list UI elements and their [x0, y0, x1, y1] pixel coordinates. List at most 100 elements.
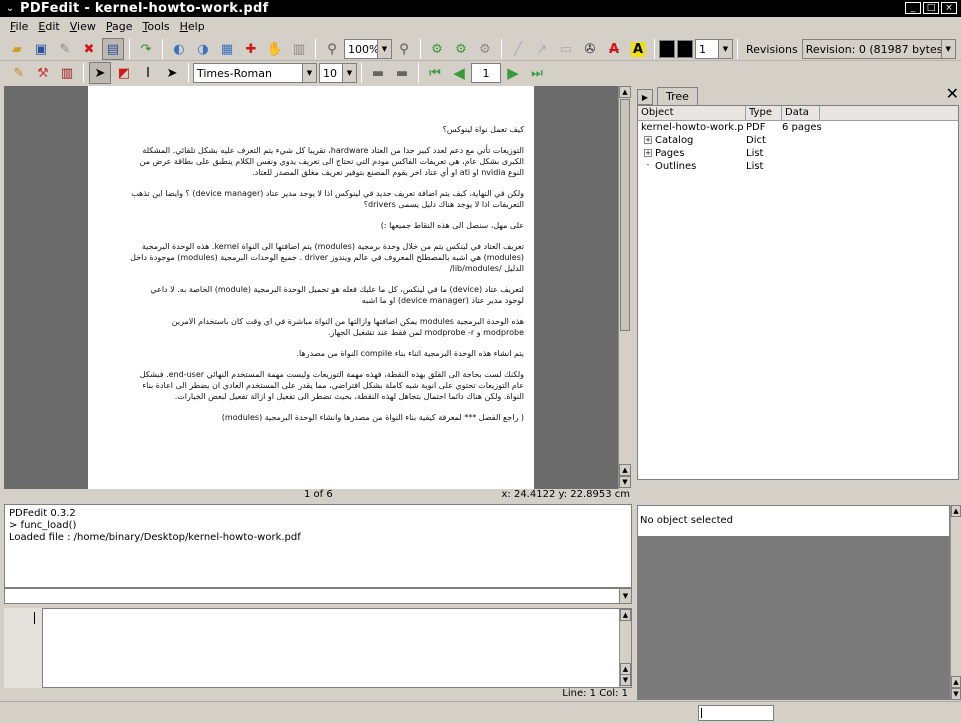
- delete-icon[interactable]: ✖: [78, 38, 100, 60]
- doc-paragraph: يتم انشاء هذه الوحدة البرمجية اثناء بناء…: [296, 349, 524, 358]
- text-cursor-icon[interactable]: I: [137, 62, 159, 84]
- property-empty-label: No object selected: [638, 506, 949, 536]
- line-width-select[interactable]: 1 ▼: [695, 39, 733, 59]
- tree-row[interactable]: - Outlines List: [638, 160, 958, 173]
- page-number-input[interactable]: 1: [471, 63, 501, 83]
- title-bar: ⌄ PDFedit - kernel-howto-work.pdf _ □ ×: [0, 0, 961, 17]
- menu-page[interactable]: Page: [102, 20, 137, 33]
- object-tree[interactable]: Object Type Data kernel-howto-work.pdf P…: [637, 105, 959, 480]
- pointer-icon[interactable]: ➤: [161, 62, 183, 84]
- properties-icon[interactable]: ✎: [54, 38, 76, 60]
- first-page-icon[interactable]: ⏮: [424, 62, 446, 84]
- scroll-thumb[interactable]: [620, 99, 630, 331]
- scroll-down-icon[interactable]: ▼: [951, 688, 961, 700]
- line-icon[interactable]: ╱: [507, 38, 529, 60]
- chevron-down-icon: ▼: [718, 40, 732, 58]
- stroke-color-swatch[interactable]: [659, 40, 675, 58]
- select-region-icon[interactable]: ◩: [113, 62, 135, 84]
- property-scrollbar[interactable]: ▲ ▲ ▼: [950, 505, 961, 700]
- console-output[interactable]: PDFedit 0.3.2 > func_load() Loaded file …: [4, 504, 632, 588]
- prev-page-icon[interactable]: ◀: [448, 62, 470, 84]
- rect-icon[interactable]: ▭: [555, 38, 577, 60]
- arrow-icon[interactable]: ↗: [531, 38, 553, 60]
- object-tool-2-icon[interactable]: ⚙: [450, 38, 472, 60]
- tree-row[interactable]: + Pages List: [638, 147, 958, 160]
- doc-paragraph: ( راجع الفصل *** لمعرفة كيفية بناء النوا…: [221, 413, 524, 422]
- tab-tree[interactable]: Tree: [657, 87, 698, 105]
- object-tool-3-icon[interactable]: ⚙: [474, 38, 496, 60]
- menu-file[interactable]: File: [6, 20, 32, 33]
- window-menu-icon[interactable]: ⌄: [0, 3, 20, 14]
- zoom-fit-icon[interactable]: ⚲: [393, 38, 415, 60]
- stamp-icon[interactable]: ✇: [579, 38, 601, 60]
- tree-row[interactable]: kernel-howto-work.pdf PDF 6 pages: [638, 121, 958, 134]
- status-input[interactable]: [698, 705, 774, 721]
- note-icon[interactable]: ▬: [391, 62, 413, 84]
- command-input[interactable]: ▼: [4, 588, 632, 604]
- fill-color-swatch[interactable]: [677, 40, 693, 58]
- menu-view[interactable]: View: [66, 20, 100, 33]
- menu-bar: File Edit View Page Tools Help: [0, 17, 961, 36]
- toggle-view-icon[interactable]: ▤: [102, 38, 124, 60]
- zoom-icon[interactable]: ⚲: [321, 38, 343, 60]
- rotate-left-icon[interactable]: ◐: [168, 38, 190, 60]
- scroll-up-icon[interactable]: ▲: [620, 609, 631, 621]
- page-icon[interactable]: ▥: [288, 38, 310, 60]
- status-bar: [0, 701, 961, 723]
- next-page-icon[interactable]: ▶: [502, 62, 524, 84]
- highlight-text-icon[interactable]: A: [627, 38, 649, 60]
- object-tool-1-icon[interactable]: ⚙: [426, 38, 448, 60]
- image-icon[interactable]: ▦: [216, 38, 238, 60]
- close-window-icon[interactable]: ×: [941, 2, 957, 14]
- scroll-down-icon[interactable]: ▼: [620, 674, 631, 686]
- menu-edit[interactable]: Edit: [34, 20, 63, 33]
- scroll-down-icon[interactable]: ▼: [619, 476, 631, 488]
- scroll-up-icon[interactable]: ▲: [951, 676, 961, 688]
- maximize-icon[interactable]: □: [923, 2, 939, 14]
- save-icon[interactable]: ▣: [30, 38, 52, 60]
- zoom-select[interactable]: 100% ▼: [344, 39, 392, 59]
- leaf-icon: -: [646, 161, 650, 169]
- rotate-right-icon[interactable]: ◑: [192, 38, 214, 60]
- document-view[interactable]: كيف تعمل نواة لينوكس؟ التوزيعات تأتي مع …: [4, 86, 618, 489]
- expand-icon[interactable]: +: [644, 136, 652, 144]
- menu-tools[interactable]: Tools: [139, 20, 174, 33]
- pdf-page[interactable]: كيف تعمل نواة لينوكس؟ التوزيعات تأتي مع …: [88, 86, 534, 489]
- script-editor[interactable]: [42, 608, 632, 688]
- tree-row[interactable]: + Catalog Dict: [638, 134, 958, 147]
- document-scrollbar[interactable]: ▲ ▲ ▼: [618, 86, 631, 489]
- doc-paragraph: كيف تعمل نواة لينوكس؟: [442, 125, 524, 134]
- minimize-icon[interactable]: _: [905, 2, 921, 14]
- redo-icon[interactable]: ↷: [135, 38, 157, 60]
- column-object[interactable]: Object: [638, 106, 746, 120]
- strike-text-icon[interactable]: A: [603, 38, 625, 60]
- open-icon[interactable]: ▰: [6, 38, 28, 60]
- select-pointer-icon[interactable]: ➤: [89, 62, 111, 84]
- main-toolbar: ▰ ▣ ✎ ✖ ▤ ↷ ◐ ◑ ▦ ✚ ✋ ▥ ⚲ 100% ▼ ⚲ ⚙ ⚙ ⚙…: [0, 36, 961, 62]
- hand-icon[interactable]: ✋: [264, 38, 286, 60]
- script-icon[interactable]: ✎: [8, 62, 30, 84]
- column-data[interactable]: Data: [782, 106, 820, 120]
- last-page-icon[interactable]: ⏭: [526, 62, 548, 84]
- document-status: 1 of 6 x: 24.4122 y: 22.8953 cm: [4, 489, 632, 503]
- property-editor[interactable]: No object selected: [637, 505, 950, 700]
- font-size-select[interactable]: 10 ▼: [319, 63, 357, 83]
- comment-icon[interactable]: ▬: [367, 62, 389, 84]
- menu-help[interactable]: Help: [176, 20, 209, 33]
- revision-select[interactable]: Revision: 0 (81987 bytes) ▼: [801, 39, 956, 59]
- column-type[interactable]: Type: [746, 106, 782, 120]
- scroll-up-icon[interactable]: ▲: [619, 86, 631, 98]
- library-icon[interactable]: ▥: [56, 62, 78, 84]
- doc-paragraph: ولكن في النهاية، كيف يتم اضافة تعريف جدي…: [131, 189, 524, 209]
- expand-icon[interactable]: +: [644, 149, 652, 157]
- tools-icon[interactable]: ⚒: [32, 62, 54, 84]
- close-icon[interactable]: ✕: [946, 86, 959, 102]
- scroll-up-icon[interactable]: ▲: [619, 464, 631, 476]
- tab-scroll-icon[interactable]: ▶: [637, 89, 653, 105]
- font-select[interactable]: Times-Roman ▼: [193, 63, 317, 83]
- editor-scrollbar[interactable]: ▲ ▲ ▼: [619, 609, 631, 687]
- doc-paragraph: التوزيعات تأتي مع دعم لعدد كبير جدا من ا…: [139, 146, 524, 177]
- add-page-icon[interactable]: ✚: [240, 38, 262, 60]
- chevron-down-icon[interactable]: ▼: [619, 589, 631, 603]
- scroll-up-icon[interactable]: ▲: [951, 505, 961, 517]
